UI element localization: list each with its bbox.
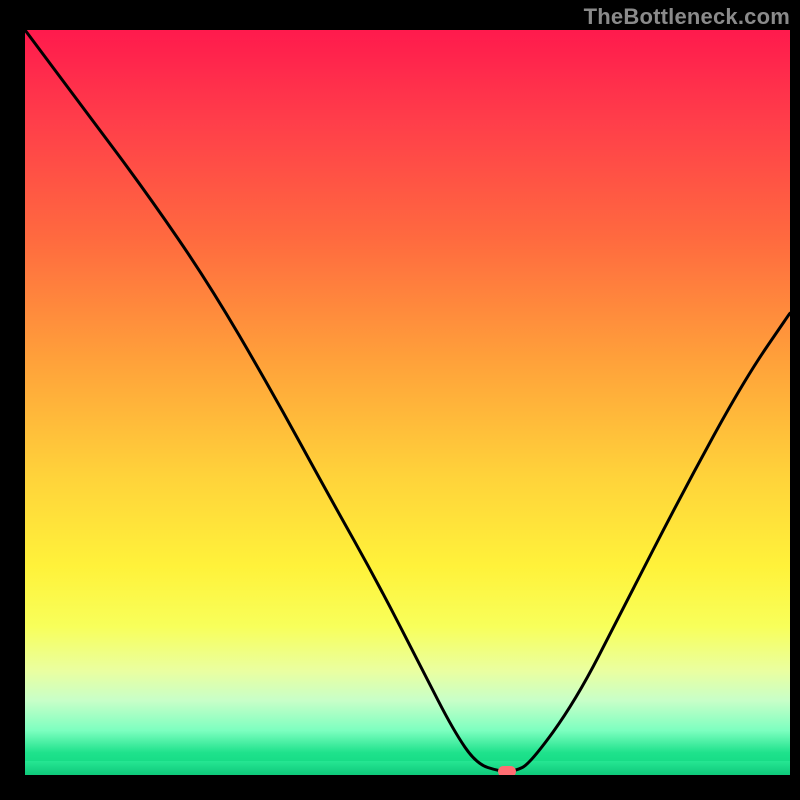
- chart-frame: TheBottleneck.com: [0, 0, 800, 800]
- x-axis-strip: [25, 775, 790, 800]
- plot-area: [25, 30, 790, 775]
- optimal-marker: [498, 766, 516, 775]
- watermark-text: TheBottleneck.com: [584, 4, 790, 30]
- bottleneck-line: [25, 30, 790, 775]
